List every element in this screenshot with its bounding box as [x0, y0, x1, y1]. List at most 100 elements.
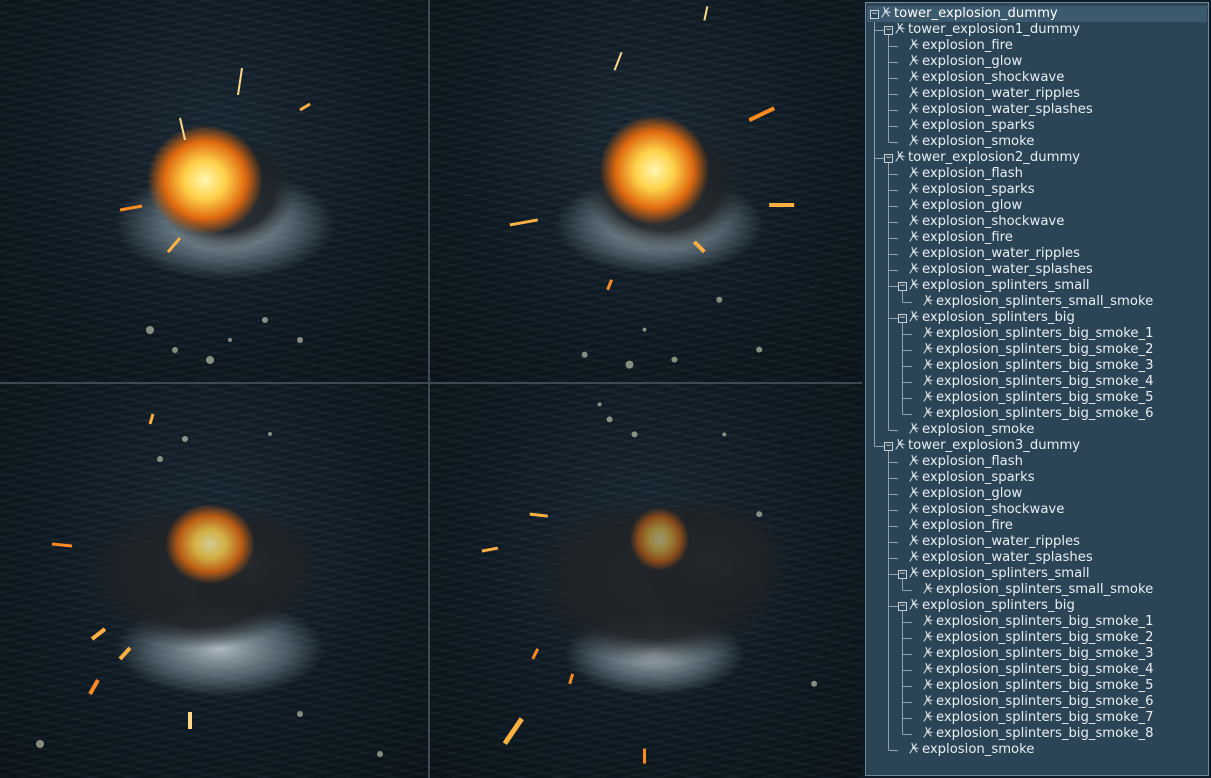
tree-node[interactable]: explosion_sparks: [908, 118, 1035, 134]
particle-emitter-icon: [908, 566, 921, 579]
particle-emitter-icon: [922, 662, 935, 675]
tree-node[interactable]: explosion_splinters_big_smoke_3: [922, 358, 1154, 374]
tree-node[interactable]: explosion_splinters_big_smoke_4: [922, 662, 1154, 678]
tree-node[interactable]: explosion_splinters_big_smoke_6: [922, 694, 1154, 710]
tree-node[interactable]: explosion_splinters_big_smoke_6: [922, 406, 1154, 422]
tree-node[interactable]: explosion_splinters_big_smoke_5: [922, 678, 1154, 694]
particle-emitter-icon: [922, 726, 935, 739]
tree-node[interactable]: explosion_fire: [908, 518, 1013, 534]
tree-node[interactable]: tower_explosion2_dummy: [894, 150, 1080, 166]
tree-node[interactable]: tower_explosion3_dummy: [894, 438, 1080, 454]
tree-node-label: explosion_splinters_big_smoke_3: [936, 646, 1154, 661]
tree-node-label: explosion_sparks: [922, 182, 1035, 197]
tree-node[interactable]: explosion_glow: [908, 198, 1022, 214]
particle-emitter-icon: [908, 38, 921, 51]
tree-node[interactable]: explosion_splinters_small_smoke: [922, 582, 1153, 598]
collapse-toggle-icon[interactable]: −: [884, 442, 893, 451]
tree-node-label: explosion_splinters_small: [922, 566, 1090, 581]
particle-emitter-icon: [908, 70, 921, 83]
tree-node-label: explosion_sparks: [922, 118, 1035, 133]
explosion-render-2: [509, 6, 795, 369]
tree-node[interactable]: explosion_splinters_big_smoke_1: [922, 614, 1154, 630]
tree-node[interactable]: explosion_splinters_big: [908, 310, 1075, 326]
tree-node[interactable]: explosion_shockwave: [908, 502, 1064, 518]
tree-node[interactable]: explosion_fire: [908, 38, 1013, 54]
explosion-frame-4[interactable]: [430, 384, 862, 778]
particle-emitter-icon: [922, 582, 935, 595]
tree-node[interactable]: explosion_splinters_big_smoke_1: [922, 326, 1154, 342]
tree-node-label: explosion_shockwave: [922, 214, 1065, 229]
tree-node-label: explosion_flash: [922, 454, 1023, 469]
collapse-toggle-icon[interactable]: −: [898, 570, 907, 579]
tree-node-label: explosion_splinters_big: [922, 598, 1075, 613]
particle-emitter-icon: [908, 278, 921, 291]
particle-emitter-icon: [908, 518, 921, 531]
tree-node[interactable]: explosion_splinters_small_smoke: [922, 294, 1153, 310]
collapse-toggle-icon[interactable]: −: [884, 154, 893, 163]
tree-node[interactable]: explosion_water_ripples: [908, 86, 1080, 102]
tree-node-label: explosion_glow: [922, 486, 1023, 501]
tree-node-label: explosion_water_splashes: [922, 102, 1093, 117]
tree-node-label: explosion_smoke: [922, 134, 1035, 149]
tree-node-label: explosion_splinters_big_smoke_1: [936, 614, 1154, 629]
tree-node[interactable]: explosion_sparks: [908, 182, 1035, 198]
tree-node[interactable]: tower_explosion1_dummy: [894, 22, 1080, 38]
tree-node[interactable]: explosion_water_splashes: [908, 550, 1093, 566]
particle-emitter-icon: [922, 710, 935, 723]
particle-emitter-icon: [894, 22, 907, 35]
particle-emitter-icon: [908, 54, 921, 67]
tree-node[interactable]: explosion_sparks: [908, 470, 1035, 486]
tree-node[interactable]: explosion_flash: [908, 166, 1023, 182]
explosion-frame-1[interactable]: [0, 0, 428, 382]
tree-node[interactable]: explosion_water_splashes: [908, 262, 1093, 278]
tree-node[interactable]: explosion_shockwave: [908, 70, 1064, 86]
explosion-render-3: [36, 413, 383, 757]
tree-node[interactable]: explosion_glow: [908, 486, 1022, 502]
tree-node[interactable]: explosion_smoke: [908, 134, 1034, 150]
tree-node-label: explosion_water_ripples: [922, 534, 1080, 549]
tree-node[interactable]: explosion_splinters_big_smoke_2: [922, 630, 1154, 646]
tree-node[interactable]: explosion_shockwave: [908, 214, 1064, 230]
tree-node[interactable]: explosion_splinters_small: [908, 278, 1090, 294]
tree-node[interactable]: explosion_water_ripples: [908, 534, 1080, 550]
tree-node[interactable]: explosion_water_ripples: [908, 246, 1080, 262]
tree-node-label: explosion_splinters_small: [922, 278, 1090, 293]
tree-node-label: explosion_splinters_big_smoke_4: [936, 374, 1154, 389]
tree-node-label: explosion_splinters_big_smoke_1: [936, 326, 1154, 341]
tree-node[interactable]: explosion_splinters_small: [908, 566, 1090, 582]
tree-node[interactable]: explosion_splinters_big_smoke_8: [922, 726, 1154, 742]
tree-node-label: explosion_splinters_small_smoke: [936, 294, 1154, 309]
tree-node[interactable]: explosion_smoke: [908, 422, 1034, 438]
particle-emitter-icon: [922, 630, 935, 643]
tree-node[interactable]: explosion_fire: [908, 230, 1013, 246]
tree-node[interactable]: explosion_splinters_big_smoke_5: [922, 390, 1154, 406]
particle-emitter-icon: [908, 262, 921, 275]
tree-node[interactable]: explosion_splinters_big_smoke_4: [922, 374, 1154, 390]
collapse-toggle-icon[interactable]: −: [884, 26, 893, 35]
tree-node[interactable]: explosion_glow: [908, 54, 1022, 70]
tree-node-label: explosion_water_ripples: [922, 246, 1080, 261]
tree-node-label: explosion_smoke: [922, 422, 1035, 437]
collapse-toggle-icon[interactable]: −: [870, 10, 879, 19]
emitter-tree[interactable]: − tower_explosion_dummy − tower_explosion1_…: [865, 2, 1209, 776]
tree-node[interactable]: explosion_splinters_big_smoke_3: [922, 646, 1154, 662]
collapse-toggle-icon[interactable]: −: [898, 314, 907, 323]
collapse-toggle-icon[interactable]: −: [898, 602, 907, 611]
particle-emitter-icon: [908, 182, 921, 195]
tree-node-label: explosion_fire: [922, 230, 1013, 245]
tree-node-label: tower_explosion2_dummy: [908, 150, 1081, 165]
explosion-frame-3[interactable]: [0, 384, 428, 778]
collapse-toggle-icon[interactable]: −: [898, 282, 907, 291]
explosion-frame-2[interactable]: [430, 0, 862, 382]
tree-node-label: explosion_splinters_big_smoke_2: [936, 342, 1154, 357]
tree-node[interactable]: explosion_splinters_big_smoke_2: [922, 342, 1154, 358]
tree-node[interactable]: explosion_splinters_big_smoke_7: [922, 710, 1154, 726]
tree-node[interactable]: explosion_smoke: [908, 742, 1034, 758]
tree-node[interactable]: explosion_water_splashes: [908, 102, 1093, 118]
tree-node[interactable]: explosion_flash: [908, 454, 1023, 470]
tree-node-label: explosion_splinters_big_smoke_8: [936, 726, 1154, 741]
tree-node-label: explosion_splinters_big_smoke_7: [936, 710, 1154, 725]
tree-node[interactable]: explosion_splinters_big: [908, 598, 1075, 614]
particle-emitter-icon: [908, 502, 921, 515]
tree-node[interactable]: tower_explosion_dummy: [880, 6, 1058, 22]
